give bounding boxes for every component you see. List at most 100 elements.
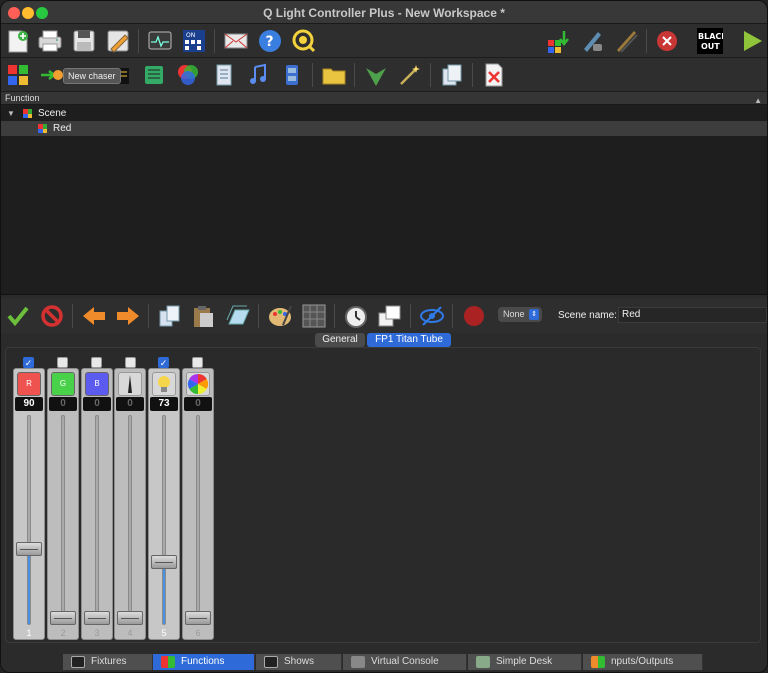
new-efx-icon[interactable] <box>141 62 167 88</box>
stop-all-icon[interactable] <box>655 28 681 54</box>
channel-value[interactable]: 0 <box>49 397 77 411</box>
operate-mode-icon[interactable] <box>739 28 765 54</box>
channel-6-checkbox[interactable] <box>192 357 203 368</box>
tab-inputs-outputs[interactable]: nputs/Outputs <box>583 654 703 670</box>
new-audio-icon[interactable] <box>245 62 271 88</box>
paste-icon[interactable] <box>191 303 217 329</box>
fader-handle[interactable] <box>84 611 110 625</box>
monitor-icon[interactable] <box>147 28 173 54</box>
select-arrows-icon: ⇕ <box>529 309 539 320</box>
channel-1-checkbox[interactable]: ✓ <box>23 357 34 368</box>
previous-icon[interactable] <box>81 303 107 329</box>
cancel-icon[interactable] <box>39 303 65 329</box>
svg-text:BLACK: BLACK <box>698 32 723 41</box>
channel-number: 4 <box>127 628 133 638</box>
blind-mode-icon[interactable] <box>579 28 605 54</box>
copy-page-icon[interactable] <box>439 62 465 88</box>
channel-value[interactable]: 90 <box>15 397 43 411</box>
new-rgb-matrix-icon[interactable] <box>211 62 237 88</box>
blackout-icon[interactable]: BLACKOUT <box>697 28 728 54</box>
tree-item-red[interactable]: Red <box>1 121 767 136</box>
palette-icon[interactable] <box>267 303 293 329</box>
function-wizard-icon[interactable] <box>363 62 389 88</box>
fader-handle[interactable] <box>16 541 42 556</box>
simple-desk-icon <box>476 656 490 668</box>
tab-virtual-console[interactable]: Virtual Console <box>343 654 467 670</box>
fixture-group-icon[interactable] <box>377 303 403 329</box>
new-chaser-icon[interactable] <box>39 62 65 88</box>
new-scene-icon[interactable] <box>5 62 31 88</box>
fader-track[interactable] <box>196 415 200 625</box>
tab-general[interactable]: General <box>315 333 365 347</box>
tab-simple-desk[interactable]: Simple Desk <box>468 654 582 670</box>
fader-track[interactable] <box>95 415 99 625</box>
functions-icon <box>161 656 175 668</box>
new-workspace-icon[interactable] <box>5 28 31 54</box>
check-update-icon[interactable] <box>291 28 317 54</box>
mode-select[interactable]: None ⇕ <box>498 307 542 322</box>
fader-handle[interactable] <box>117 611 143 625</box>
help-icon[interactable]: ? <box>257 28 283 54</box>
tree-item-label: Scene <box>38 108 67 119</box>
channel-value[interactable]: 73 <box>150 397 178 411</box>
speed-dial-icon[interactable] <box>343 303 369 329</box>
apply-icon[interactable] <box>5 303 31 329</box>
blue-channel-icon: B <box>85 372 109 396</box>
scene-name-field[interactable]: Red <box>618 307 767 323</box>
channel-value[interactable]: 0 <box>116 397 144 411</box>
tab-fixtures[interactable]: Fixtures <box>63 654 153 670</box>
delete-function-icon[interactable] <box>481 62 507 88</box>
save-as-icon[interactable] <box>105 28 131 54</box>
chevron-down-icon[interactable]: ▼ <box>7 106 15 121</box>
channel-slot-2: G 0 2 <box>47 368 79 640</box>
channel-value[interactable]: 0 <box>83 397 111 411</box>
svg-text:ON: ON <box>186 32 195 39</box>
function-column-header[interactable]: Function ▲ <box>1 92 767 105</box>
tree-item-scene[interactable]: ▼ Scene <box>1 106 767 121</box>
dmx-dump-icon[interactable]: ON <box>181 28 207 54</box>
copy-icon[interactable] <box>157 303 183 329</box>
tab-shows[interactable]: Shows <box>256 654 342 670</box>
bulb-icon <box>152 372 176 396</box>
fader-track[interactable] <box>128 415 132 625</box>
fixture-remap-icon[interactable] <box>545 28 571 54</box>
main-toolbar: ON ? BLACKOUT <box>1 24 767 58</box>
save-icon[interactable] <box>71 28 97 54</box>
channel-slot-1: R 90 1 <box>13 368 45 640</box>
fader-track[interactable] <box>61 415 65 625</box>
tab-label: Simple Desk <box>496 656 553 667</box>
channel-slot-4: 0 4 <box>114 368 146 640</box>
channel-2-checkbox[interactable] <box>57 357 68 368</box>
fader-handle[interactable] <box>151 554 177 569</box>
channel-value[interactable]: 0 <box>184 397 212 411</box>
tab-functions[interactable]: Functions <box>153 654 255 670</box>
tab-label: Shows <box>284 656 315 667</box>
new-collection-icon[interactable] <box>175 62 201 88</box>
fader-track[interactable] <box>27 415 31 625</box>
channel-5-checkbox[interactable]: ✓ <box>158 357 169 368</box>
new-folder-icon[interactable] <box>321 62 347 88</box>
new-video-icon[interactable] <box>279 62 305 88</box>
grid-icon[interactable] <box>301 303 327 329</box>
fader-handle[interactable] <box>185 611 211 625</box>
channel-3-checkbox[interactable] <box>91 357 102 368</box>
fader-track[interactable] <box>162 415 166 625</box>
scene-icon <box>23 109 32 118</box>
tab-label: nputs/Outputs <box>611 656 674 667</box>
tree-item-label: Red <box>53 123 72 134</box>
window-title: Q Light Controller Plus - New Workspace … <box>263 6 505 20</box>
clone-function-icon[interactable] <box>397 62 423 88</box>
record-icon[interactable] <box>461 303 487 329</box>
next-icon[interactable] <box>115 303 141 329</box>
address-tool-icon[interactable] <box>223 28 249 54</box>
fader-handle[interactable] <box>50 611 76 625</box>
copy-all-icon[interactable] <box>225 303 251 329</box>
red-channel-icon: R <box>17 372 41 396</box>
visibility-icon[interactable] <box>419 303 445 329</box>
script-icon[interactable] <box>613 28 639 54</box>
print-icon[interactable] <box>37 28 63 54</box>
color-wheel-icon <box>186 372 210 396</box>
svg-text:OUT: OUT <box>701 42 720 51</box>
tab-fp1-titan-tube[interactable]: FP1 Titan Tube <box>367 333 451 347</box>
channel-4-checkbox[interactable] <box>125 357 136 368</box>
